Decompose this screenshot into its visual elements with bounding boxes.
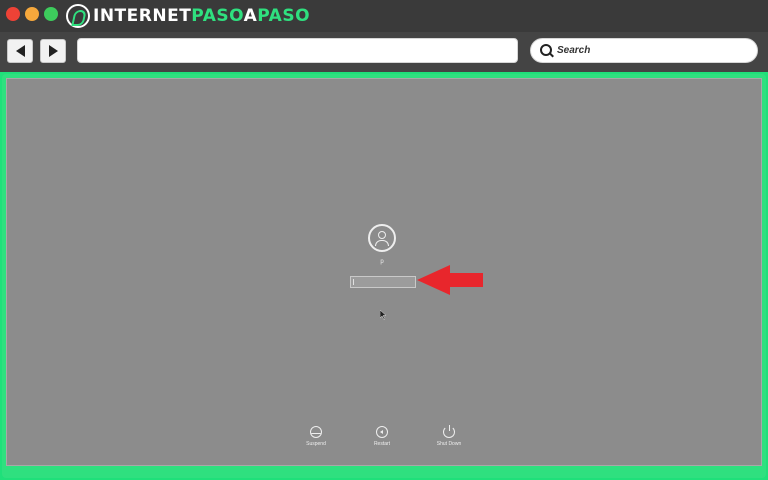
restart-button[interactable]: Restart <box>360 426 404 447</box>
back-button[interactable] <box>7 39 33 63</box>
forward-arrow-icon <box>48 45 58 57</box>
restart-label: Restart <box>373 441 391 447</box>
shutdown-icon <box>443 425 455 438</box>
brand-text: INTERNETPASOAPASO <box>93 6 311 26</box>
logo-icon <box>66 4 90 28</box>
restart-icon <box>376 426 388 438</box>
password-field[interactable] <box>350 276 416 288</box>
suspend-icon <box>310 426 322 438</box>
back-arrow-icon <box>15 45 25 57</box>
login-screen <box>6 78 762 466</box>
suspend-button[interactable]: Suspend <box>294 426 338 447</box>
search-bar[interactable]: Search <box>530 38 758 63</box>
close-window-button[interactable] <box>6 7 20 21</box>
minimize-window-button[interactable] <box>25 7 39 21</box>
address-bar[interactable] <box>77 38 518 63</box>
browser-toolbar: Search <box>0 32 768 72</box>
browser-chrome: INTERNETPASOAPASO Search <box>0 0 768 72</box>
mouse-pointer-icon <box>380 310 387 320</box>
search-icon <box>540 43 554 58</box>
user-avatar-icon[interactable] <box>368 224 396 252</box>
search-label: Search <box>557 45 591 56</box>
suspend-label: Suspend <box>306 441 326 447</box>
brand-logo: INTERNETPASOAPASO <box>66 3 310 29</box>
shutdown-button[interactable]: Shut Down <box>427 425 471 447</box>
shutdown-label: Shut Down <box>436 441 462 447</box>
maximize-window-button[interactable] <box>44 7 58 21</box>
username-label: p <box>380 259 384 265</box>
red-arrow-annotation-icon <box>417 265 483 295</box>
forward-button[interactable] <box>40 39 66 63</box>
text-caret <box>353 279 354 285</box>
title-bar: INTERNETPASOAPASO <box>0 0 768 32</box>
